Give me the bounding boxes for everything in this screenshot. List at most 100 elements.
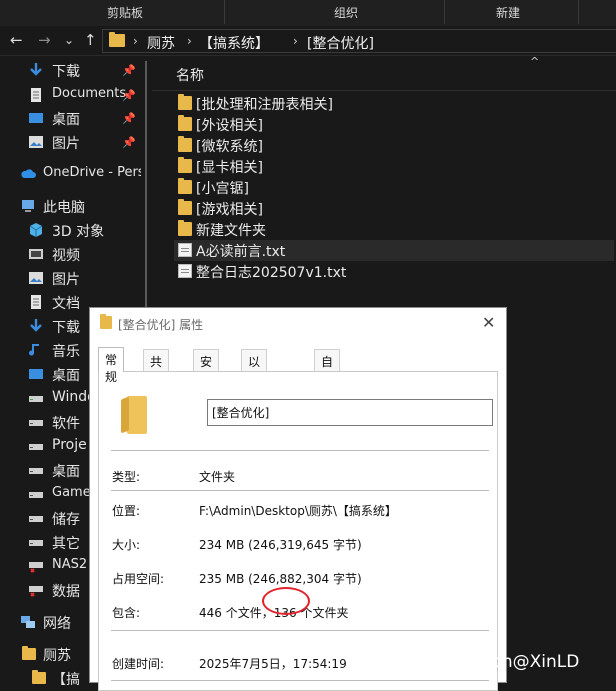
- file-row[interactable]: [游戏相关]: [174, 198, 614, 219]
- nav-item-label: Proje: [52, 437, 87, 453]
- up-button[interactable]: ↑: [84, 31, 97, 49]
- folder-icon: [109, 32, 125, 47]
- file-row-selected[interactable]: A必读前言.txt: [174, 240, 614, 261]
- nav-item-label: 其它: [52, 536, 80, 552]
- tab-general[interactable]: 常规: [98, 347, 125, 384]
- nav-item-label: 音乐: [52, 344, 80, 360]
- nav-item-pictures-pc[interactable]: 图片: [0, 267, 140, 289]
- divider: [111, 490, 489, 491]
- drive-icon: [29, 492, 43, 498]
- folder-icon: [100, 314, 112, 329]
- nav-item-label: 桌面: [52, 368, 80, 384]
- desktop-icon: [29, 369, 43, 379]
- property-label: 类型:: [112, 470, 141, 484]
- back-button[interactable]: ←: [10, 31, 23, 49]
- property-value: 235 MB (246,882,304 字节): [199, 572, 362, 586]
- nav-item-onedrive[interactable]: OneDrive - Pers: [0, 163, 145, 185]
- folder-icon: [178, 157, 192, 173]
- nav-item-label: 图片: [52, 136, 80, 152]
- property-label: 占用空间:: [112, 572, 165, 586]
- breadcrumb-item[interactable]: [整合优化]: [307, 33, 374, 53]
- file-name: A必读前言.txt: [196, 244, 286, 260]
- folder-name-field[interactable]: [整合优化]: [207, 399, 493, 426]
- nav-item-this-pc[interactable]: 此电脑: [0, 195, 140, 217]
- dialog-title: [整合优化] 属性: [118, 318, 204, 332]
- nav-item-desktop[interactable]: 桌面 📌: [0, 107, 140, 129]
- file-name: 新建文件夹: [196, 223, 266, 239]
- nav-item-label: 视频: [52, 248, 80, 264]
- file-row[interactable]: [显卡相关]: [174, 156, 614, 177]
- ribbon-group-new: 新建: [496, 6, 521, 20]
- nav-item-label: 【搞: [52, 672, 80, 688]
- drive-icon: [29, 444, 43, 450]
- pin-icon: 📌: [122, 136, 136, 149]
- file-row[interactable]: [微软系统]: [174, 135, 614, 156]
- nav-item-label: 储存: [52, 512, 80, 528]
- folder-icon: [178, 136, 192, 152]
- nav-item-videos[interactable]: 视频: [0, 243, 140, 265]
- chevron-right-icon: ›: [293, 34, 298, 48]
- properties-dialog: [整合优化] 属性 ✕ 常规 共享 安全 以前的版本 自定义 [整合优化] 类型…: [89, 307, 507, 691]
- network-drive-icon: [29, 562, 43, 573]
- chevron-right-icon: ›: [187, 34, 192, 48]
- close-button[interactable]: ✕: [482, 313, 495, 332]
- header-divider: [152, 90, 616, 91]
- nav-item-downloads[interactable]: 下载 📌: [0, 59, 140, 81]
- file-row[interactable]: [外设相关]: [174, 114, 614, 135]
- tab-customize[interactable]: 自定义: [314, 349, 341, 403]
- folder-icon: [178, 94, 192, 110]
- file-name: [显卡相关]: [196, 160, 263, 176]
- nav-item-3d-objects[interactable]: 3D 对象: [0, 219, 140, 241]
- breadcrumb-item[interactable]: 【搞系统】: [199, 33, 269, 53]
- folder-icon: [178, 178, 192, 194]
- file-row[interactable]: [小宫锯]: [174, 177, 614, 198]
- nav-item-label: Game: [52, 485, 91, 500]
- scrollbar-thumb[interactable]: [145, 61, 147, 311]
- download-icon: [30, 319, 42, 332]
- drive-icon: [29, 468, 43, 474]
- recent-locations-button[interactable]: ⌄: [64, 33, 74, 47]
- tab-security[interactable]: 安全: [193, 349, 220, 386]
- nav-item-label: 3D 对象: [52, 224, 105, 240]
- nav-item-label: 软件: [52, 416, 80, 432]
- file-row[interactable]: [批处理和注册表相关]: [174, 93, 614, 114]
- divider: [111, 630, 489, 631]
- folder-icon: [178, 115, 192, 131]
- pin-icon: 📌: [122, 112, 136, 125]
- nav-item-label: NAS2: [52, 557, 88, 572]
- file-row[interactable]: 新建文件夹: [174, 219, 614, 240]
- nav-item-label: 桌面: [52, 112, 80, 128]
- tab-sharing[interactable]: 共享: [143, 349, 170, 386]
- drive-icon: [29, 396, 43, 402]
- dialog-titlebar[interactable]: [整合优化] 属性 ✕: [90, 308, 506, 338]
- tab-previous-versions[interactable]: 以前的版本: [241, 349, 268, 437]
- drive-icon: [29, 420, 43, 426]
- column-header-name[interactable]: 名称: [176, 65, 204, 85]
- text-file-icon: [178, 264, 192, 278]
- watermark-text: sns.oddba.cn@XinLD: [400, 652, 580, 672]
- nav-item-label: OneDrive - Pers: [43, 165, 145, 180]
- document-icon: [31, 88, 41, 102]
- video-icon: [29, 249, 43, 259]
- forward-button[interactable]: →: [38, 31, 51, 49]
- file-name: [外设相关]: [196, 118, 263, 134]
- address-bar[interactable]: › 厕苏 › 【搞系统】 › [整合优化]: [102, 29, 616, 53]
- property-value: 234 MB (246,319,645 字节): [199, 538, 362, 552]
- ribbon-group-organize: 组织: [334, 6, 359, 20]
- ribbon-group-bar: 剪贴板 组织 新建: [0, 0, 616, 26]
- file-name: [小宫锯]: [196, 181, 249, 197]
- desktop-icon: [29, 113, 43, 123]
- nav-item-label: 下载: [52, 64, 80, 80]
- file-row[interactable]: 整合日志202507v1.txt: [174, 261, 614, 282]
- general-panel: [整合优化] 类型: 文件夹 位置: F:\Admin\Desktop\厕苏\【…: [98, 371, 498, 691]
- nav-item-label: Documents: [52, 86, 127, 101]
- drive-icon: [29, 516, 43, 522]
- nav-item-documents[interactable]: Documents 📌: [0, 84, 140, 106]
- breadcrumb-item[interactable]: 厕苏: [147, 33, 175, 53]
- sort-ascending-icon: ^: [530, 55, 540, 68]
- property-label: 包含:: [112, 606, 141, 620]
- ribbon-group-clipboard: 剪贴板: [107, 6, 144, 20]
- nav-item-label: 图片: [52, 272, 80, 288]
- folder-icon: [178, 199, 192, 215]
- nav-item-pictures[interactable]: 图片 📌: [0, 131, 140, 153]
